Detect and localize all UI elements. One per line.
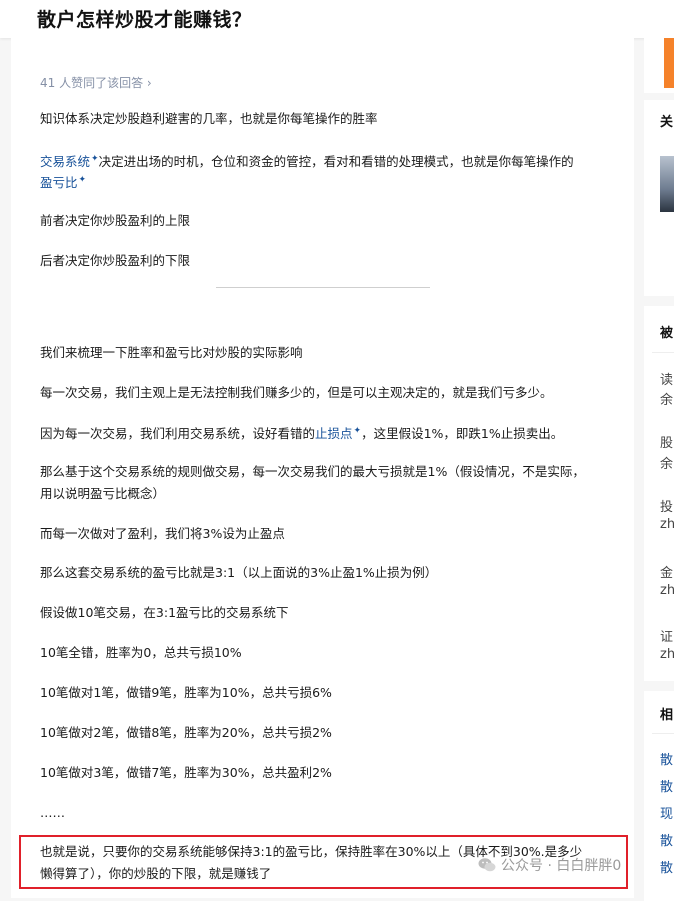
paragraph: 假设做10笔交易，在3:1盈亏比的交易系统下 (40, 605, 289, 620)
divider (652, 352, 674, 353)
link-profit-loss-ratio[interactable]: 盈亏比 (40, 175, 78, 190)
paragraph: 交易系统✦决定进出场的时机，仓位和资金的管控，看对和看错的处理模式，也就是你每笔… (40, 148, 574, 173)
sidebar-heading-related: 相 (660, 708, 674, 723)
answer-card: 41 人赞同了该回答 › 知识体系决定炒股趋利避害的几率，也就是你每笔操作的胜率… (11, 38, 634, 898)
paragraph: 前者决定你炒股盈利的上限 (40, 213, 191, 228)
paragraph: 10笔全错，胜率为0，总共亏损10% (40, 645, 242, 660)
collection-item-meta: zh (660, 517, 674, 532)
sidebar-heading-about: 关 (660, 115, 674, 130)
related-question-link[interactable]: 现 (660, 803, 673, 822)
collection-item-meta: 余 (660, 393, 674, 408)
sidebar-collections-card (644, 306, 674, 681)
collection-item-title[interactable]: 读 (660, 369, 673, 388)
paragraph: 那么基于这个交易系统的规则做交易，每一次交易我们的最大亏损就是1%（假设情况，不… (40, 464, 585, 479)
paragraph: 而每一次做对了盈利，我们将3%设为止盈点 (40, 526, 285, 541)
collection-item-meta: zh (660, 647, 674, 662)
link-stop-loss[interactable]: 止损点 (315, 426, 353, 441)
paragraph: …… (40, 805, 65, 820)
paragraph: 10笔做对2笔，做错8笔，胜率为20%，总共亏损2% (40, 725, 332, 740)
collection-item-title[interactable]: 证 (660, 626, 673, 645)
related-question-link[interactable]: 散 (660, 776, 673, 795)
sparkle-icon: ✦ (91, 154, 99, 164)
votes-text: 41 人赞同了该回答 (40, 76, 144, 90)
related-question-link[interactable]: 散 (660, 749, 673, 768)
sparkle-icon: ✦ (353, 426, 362, 436)
question-title[interactable]: 散户怎样炒股才能赚钱？ (37, 5, 252, 32)
sparkle-icon: ✦ (78, 175, 87, 185)
related-question-link[interactable]: 散 (660, 857, 673, 876)
watermark-text: 公众号 · 白白胖胖0 (501, 858, 622, 874)
link-trading-system[interactable]: 交易系统 (40, 154, 90, 169)
paragraph: 我们来梳理一下胜率和盈亏比对炒股的实际影响 (40, 345, 303, 360)
collection-item-meta: zh (660, 583, 674, 598)
question-header: 散户怎样炒股才能赚钱？ (0, 0, 674, 38)
divider (652, 733, 674, 734)
watermark: 公众号 · 白白胖胖0 (478, 855, 621, 875)
collection-item-meta: 余 (660, 457, 674, 472)
related-question-link[interactable]: 散 (660, 830, 673, 849)
section-divider (216, 287, 430, 288)
sidebar-heading-collected: 被 (660, 326, 674, 341)
collection-item-title[interactable]: 金 (660, 562, 673, 581)
sidebar-ad-banner[interactable] (664, 38, 674, 88)
paragraph-continued: 盈亏比✦ (40, 169, 86, 194)
paragraph-text: ，这里假设1%，即跌1%止损卖出。 (361, 426, 564, 442)
collection-item-title[interactable]: 股 (660, 432, 673, 451)
paragraph: 后者决定你炒股盈利的下限 (40, 253, 191, 268)
paragraph: 知识体系决定炒股趋利避害的几率，也就是你每笔操作的胜率 (40, 111, 378, 126)
paragraph-text: 决定进出场的时机，仓位和资金的管控，看对和看错的处理模式，也就是你每笔操作的 (98, 154, 574, 170)
chevron-right-icon: › (146, 76, 152, 90)
paragraph-continued: 用以说明盈亏比概念） (40, 486, 166, 501)
paragraph: 10笔做对1笔，做错9笔，胜率为10%，总共亏损6% (40, 685, 332, 700)
author-avatar[interactable] (660, 156, 674, 212)
wechat-icon (478, 858, 496, 872)
paragraph: 因为每一次交易，我们利用交易系统，设好看错的止损点✦，这里假设1%，即跌1%止损… (40, 420, 563, 445)
collection-item-title[interactable]: 投 (660, 496, 673, 515)
paragraph-text: 因为每一次交易，我们利用交易系统，设好看错的 (40, 426, 316, 442)
paragraph: 那么这套交易系统的盈亏比就是3:1（以上面说的3%止盈1%止损为例） (40, 565, 438, 580)
paragraph: 每一次交易，我们主观上是无法控制我们赚多少的，但是可以主观决定的，就是我们亏多少… (40, 385, 553, 400)
paragraph: 10笔做对3笔，做错7笔，胜率为30%，总共盈利2% (40, 765, 332, 780)
votes-link[interactable]: 41 人赞同了该回答 › (40, 74, 152, 91)
